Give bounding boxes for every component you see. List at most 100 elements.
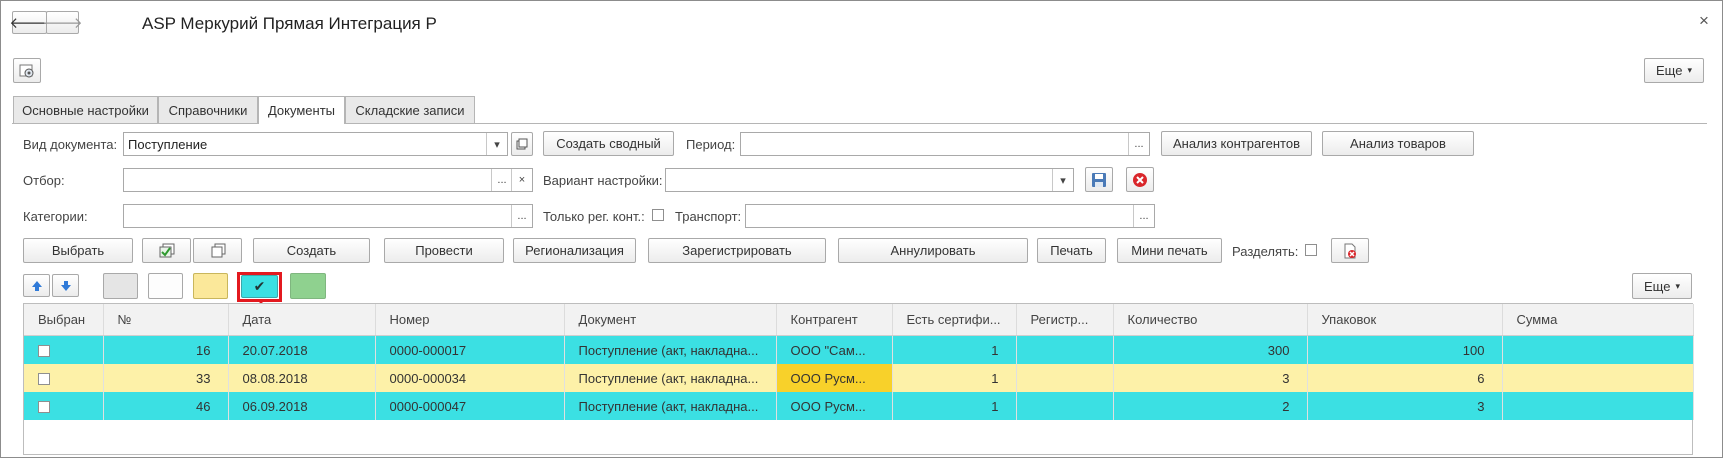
window-frame: 🡐 🡒 ASP Меркурий Прямая Интеграция Р × Е… [0,0,1723,458]
row-checkbox[interactable] [38,344,50,357]
split-checkbox[interactable] [1305,244,1317,256]
select-cell[interactable] [24,392,104,420]
filter-white-button[interactable] [148,273,183,299]
copy-icon [211,243,225,257]
column-header[interactable]: Номер [375,304,565,336]
num-cell: 33 [103,364,229,392]
delete-document-icon [1344,243,1356,258]
gear-icon [19,64,34,77]
doc-type-field[interactable]: Поступление ▾ [123,132,508,156]
delete-icon [1133,172,1147,187]
document-cell: Поступление (акт, накладна... [564,392,777,420]
column-header[interactable]: Есть сертифи... [892,304,1017,336]
packs-cell: 100 [1307,335,1503,364]
move-up-button[interactable] [23,274,50,297]
only-reg-checkbox[interactable] [652,209,664,221]
move-down-button[interactable] [52,274,79,297]
create-button[interactable]: Создать [253,238,370,263]
analysis-goods-button[interactable]: Анализ товаров [1322,131,1474,156]
mini-print-button[interactable]: Мини печать [1117,238,1222,263]
column-header[interactable]: Упаковок [1307,304,1503,336]
register-button[interactable]: Зарегистрировать [648,238,826,263]
analysis-contractors-button[interactable]: Анализ контрагентов [1161,131,1312,156]
column-header[interactable]: Регистр... [1016,304,1114,336]
categories-label: Категории: [23,209,88,224]
selection-field[interactable]: ... × [123,168,533,192]
column-header[interactable]: № [103,304,229,336]
qty-cell: 3 [1113,364,1308,392]
save-icon [1092,172,1106,187]
filter-yellow-button[interactable] [193,273,228,299]
table-header-row: Выбран № Дата Номер Документ Контрагент … [24,304,1694,336]
clear-icon[interactable]: × [511,169,532,191]
annotation-highlight-box [237,272,282,302]
arrow-down-icon [60,280,71,291]
split-label: Разделять: [1232,244,1299,259]
open-doc-type-button[interactable] [511,132,533,156]
sum-cell [1502,392,1694,420]
window-title: ASP Меркурий Прямая Интеграция Р [142,14,437,33]
select-cell[interactable] [24,364,104,392]
table-row[interactable]: 16 20.07.2018 0000-000017 Поступление (а… [24,335,1694,364]
regionalize-button[interactable]: Регионализация [513,238,636,263]
document-cell: Поступление (акт, накладна... [564,364,777,392]
cert-cell: 1 [892,335,1017,364]
document-cell: Поступление (акт, накладна... [564,335,777,364]
more-menu-button-table[interactable]: Еще ▾ [1632,273,1692,299]
filter-green-button[interactable] [290,273,326,299]
row-checkbox[interactable] [38,400,50,413]
dropdown-arrow-icon[interactable]: ▾ [486,133,507,155]
delete-settings-button[interactable] [1126,167,1154,192]
ellipsis-button[interactable]: ... [491,169,512,191]
select-cell[interactable] [24,335,104,364]
sum-cell [1502,364,1694,392]
cancel-button[interactable]: Аннулировать [838,238,1028,263]
filter-gray-button[interactable] [103,273,138,299]
row-checkbox[interactable] [38,372,50,385]
more-menu-button-top[interactable]: Еще ▾ [1644,58,1704,83]
reg-cell [1016,335,1114,364]
dropdown-arrow-icon[interactable]: ▾ [1052,169,1073,191]
close-icon[interactable]: × [1699,11,1709,31]
column-header[interactable]: Контрагент [776,304,893,336]
settings-button[interactable] [13,58,41,83]
documents-table: Выбран № Дата Номер Документ Контрагент … [24,304,1694,420]
contractor-cell: ООО Русм... [776,392,893,420]
column-header[interactable]: Сумма [1502,304,1694,336]
categories-field[interactable]: ... [123,204,533,228]
tab-main-settings[interactable]: Основные настройки [13,96,158,123]
select-button[interactable]: Выбрать [23,238,133,263]
qty-cell: 300 [1113,335,1308,364]
ellipsis-button[interactable]: ... [511,205,532,227]
packs-cell: 6 [1307,364,1503,392]
sum-cell [1502,335,1694,364]
create-summary-button[interactable]: Создать сводный [543,131,674,156]
forward-button[interactable]: 🡒 [42,11,83,34]
setting-variant-field[interactable]: ▾ [665,168,1074,192]
copy-button[interactable] [193,238,242,263]
table-row[interactable]: 46 06.09.2018 0000-000047 Поступление (а… [24,392,1694,420]
print-button[interactable]: Печать [1037,238,1106,263]
copy-checked-button[interactable] [142,238,191,263]
period-field[interactable]: ... [740,132,1150,156]
number-cell: 0000-000047 [375,392,565,420]
cert-cell: 1 [892,392,1017,420]
tab-warehouse-records[interactable]: Складские записи [345,96,475,123]
number-cell: 0000-000034 [375,364,565,392]
column-header[interactable]: Выбран [24,304,104,336]
table-row[interactable]: 33 08.08.2018 0000-000034 Поступление (а… [24,364,1694,392]
tab-directories[interactable]: Справочники [158,96,258,123]
delete-file-button[interactable] [1331,238,1369,263]
ellipsis-button[interactable]: ... [1133,205,1154,227]
post-button[interactable]: Провести [384,238,504,263]
period-label: Период: [686,137,736,152]
date-cell: 06.09.2018 [228,392,376,420]
save-settings-button[interactable] [1085,167,1113,192]
column-header[interactable]: Количество [1113,304,1308,336]
tab-documents[interactable]: Документы [258,96,345,124]
column-header[interactable]: Документ [564,304,777,336]
column-header[interactable]: Дата [228,304,376,336]
transport-field[interactable]: ... [745,204,1155,228]
arrow-up-icon [31,280,42,291]
ellipsis-button[interactable]: ... [1128,133,1149,155]
